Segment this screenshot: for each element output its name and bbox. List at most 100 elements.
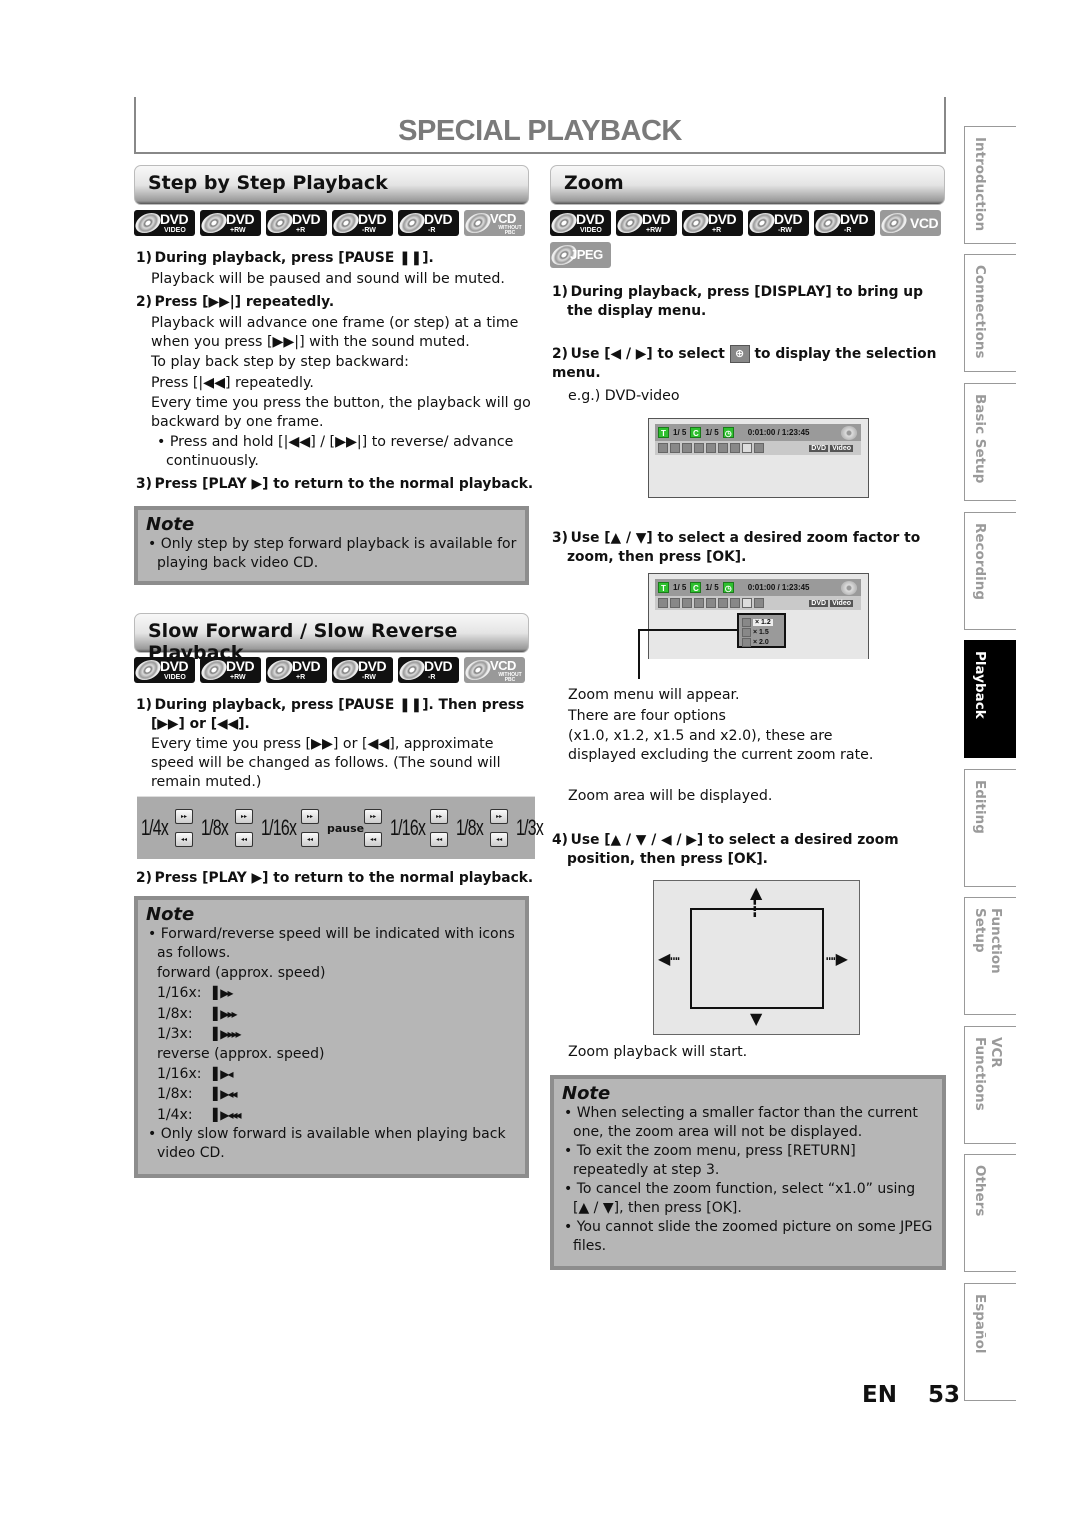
zoom-icon: [742, 598, 752, 608]
reverse-speed-row: 1/16x: ▌▶◂: [146, 1064, 517, 1085]
marker-icon: [718, 598, 728, 608]
speed-label: 1/16x: [390, 815, 426, 840]
side-tab-basic-setup[interactable]: Basic Setup: [964, 383, 1016, 501]
badge-main: DVD: [226, 211, 255, 227]
zoom-icon: ⊕: [729, 345, 750, 363]
rewind-button-icon: ◂◂: [430, 832, 449, 847]
zoom-icon: [742, 637, 751, 647]
disc-badge-dvd-r: DVD +R: [266, 210, 327, 236]
speed-button-pair: ▸▸ ◂◂: [235, 809, 253, 847]
speed-label: 1/3x: [516, 815, 544, 840]
side-tab-espa-ol[interactable]: Español: [964, 1283, 1016, 1401]
forward-speed-icon: ▌▶▸▸: [213, 1006, 237, 1021]
noise-reduction-icon: [730, 598, 740, 608]
zoom-area-box: [690, 908, 824, 1009]
side-tab-label: Editing: [972, 780, 988, 834]
badge-sub: +R: [712, 227, 722, 234]
zoom-step2-a: 2) Use [◀ / ▶] to select: [552, 346, 725, 362]
side-tab-label: VCR Functions: [972, 1037, 1004, 1111]
reverse-speed-icon: ▌▶◂: [213, 1066, 234, 1081]
speed-pause-label: pause: [327, 821, 365, 835]
note-step: Note • Only step by step forward playbac…: [134, 506, 529, 585]
title-indicator: T: [658, 582, 669, 593]
zoom-option[interactable]: × 1.2: [742, 617, 781, 627]
step2-bullet: • Press and hold [|◀◀] / [▶▶|] to revers…: [157, 434, 514, 469]
reverse-speed-row: 1/4x: ▌▶◂◂◂: [146, 1105, 517, 1126]
note-title: Note: [146, 904, 195, 925]
forward-speed-row: 1/8x: ▌▶▸▸: [146, 1004, 517, 1025]
fast-forward-button-icon: ▸▸: [430, 809, 449, 824]
fast-forward-button-icon: ▸▸: [175, 809, 193, 824]
zoom-option[interactable]: × 1.5: [742, 627, 781, 637]
chapter-indicator: C: [690, 582, 702, 593]
disc-icon: [841, 581, 857, 595]
side-tab-recording[interactable]: Recording: [964, 512, 1016, 630]
disc-badge-dvd-video: DVD VIDEO: [134, 657, 195, 683]
arrow-down-icon: ▼: [750, 1009, 763, 1028]
callout-line: [638, 629, 738, 631]
osd-status-bar: T 1/ 5 C 1/ 5 ◷ 0:01:00 / 1:23:45: [655, 424, 861, 441]
disc-badge-dvd-rw: DVD +RW: [200, 210, 261, 236]
side-tab-label: Basic Setup: [972, 394, 988, 484]
disc-icon: [841, 426, 857, 440]
side-tab-label: Introduction: [972, 137, 988, 232]
step2-body2: To play back step by step backward:: [151, 354, 409, 370]
step2-body1: Playback will advance one frame (or step…: [151, 315, 519, 350]
noise-reduction-icon: [730, 443, 740, 453]
fast-forward-button-icon: ▸▸: [301, 809, 319, 824]
clock-icon: ◷: [722, 582, 734, 593]
chapter-value: 1/ 5: [705, 428, 719, 437]
forward-speed-row: 1/3x: ▌▶▸▸▸: [146, 1024, 517, 1045]
callout-line: [638, 629, 640, 679]
badge-main: DVD: [774, 211, 803, 227]
badge-main: DVD: [160, 658, 189, 674]
angle-icon: [694, 598, 704, 608]
zoom-option[interactable]: × 2.0: [742, 637, 781, 647]
side-tab-others[interactable]: Others: [964, 1154, 1016, 1272]
badge-main: DVD: [642, 211, 671, 227]
chapter-value: 1/ 5: [705, 583, 719, 592]
side-tab-connections[interactable]: Connections: [964, 254, 1016, 372]
forward-speed-icon: ▌▶▸▸▸: [213, 1027, 241, 1041]
repeat-icon: [706, 443, 716, 453]
badge-main: DVD: [576, 211, 605, 227]
forward-label: forward (approx. speed): [157, 965, 326, 981]
badge-main: JPEG: [570, 247, 603, 262]
side-tab-introduction[interactable]: Introduction: [964, 126, 1016, 244]
zoom-step4-title: 4) Use [▲ / ▼ / ◀ / ▶] to select a desir…: [552, 832, 899, 867]
section-header-slow: Slow Forward / Slow Reverse Playback: [134, 613, 529, 664]
arrow-left-icon: ◀┉: [658, 949, 680, 968]
subtitle-icon: [682, 598, 692, 608]
speed-label: 1/8x: [201, 815, 229, 840]
zoom-option-label: × 2.0: [753, 638, 769, 646]
rewind-button-icon: ◂◂: [364, 832, 383, 847]
speed-label: 1/3x:: [157, 1026, 193, 1042]
disc-badge-dvd-video: DVD VIDEO: [134, 210, 195, 236]
zoom-step2-eg: e.g.) DVD-video: [568, 388, 680, 404]
side-tab-editing[interactable]: Editing: [964, 769, 1016, 887]
note-item: • To exit the zoom menu, press [RETURN] …: [564, 1143, 856, 1178]
badge-sub: +RW: [230, 674, 246, 681]
zoom-step2-title: 2) Use [◀ / ▶] to select ⊕ to display th…: [552, 345, 942, 383]
zoom-icon: [742, 443, 752, 453]
dvd-tag: DVD: [809, 444, 829, 452]
zoom-icon: [742, 617, 751, 627]
disc-badge-vcd: VCD: [880, 210, 941, 236]
marker-icon: [718, 443, 728, 453]
side-tab-function-setup[interactable]: Function Setup: [964, 897, 1016, 1015]
badge-main: DVD: [424, 658, 453, 674]
speed-label: 1/4x: [141, 815, 169, 840]
side-tab-vcr-functions[interactable]: VCR Functions: [964, 1026, 1016, 1144]
forward-speed-row: 1/16x: ▌▶▸: [146, 983, 517, 1004]
side-tab-label: Recording: [972, 523, 988, 601]
badge-main: DVD: [840, 211, 869, 227]
note-slow: Note • Forward/reverse speed will be ind…: [134, 896, 529, 1178]
side-tab-playback[interactable]: Playback: [964, 640, 1016, 758]
note-item: • Only step by step forward playback is …: [148, 536, 517, 571]
disc-badges-step: DVD VIDEO DVD +RW DVD +R DVD -RW DVD -R VCD WITHOUT…: [134, 210, 525, 236]
speed-label: 1/8x: [456, 815, 484, 840]
disc-badge-dvd-r: DVD -R: [398, 210, 459, 236]
zoom-step3-body2: There are four options: [568, 708, 726, 724]
zoom-area-figure: ▲ ┇ ▼ ◀┉ ┉▶: [653, 880, 860, 1035]
audio-icon: [670, 598, 680, 608]
